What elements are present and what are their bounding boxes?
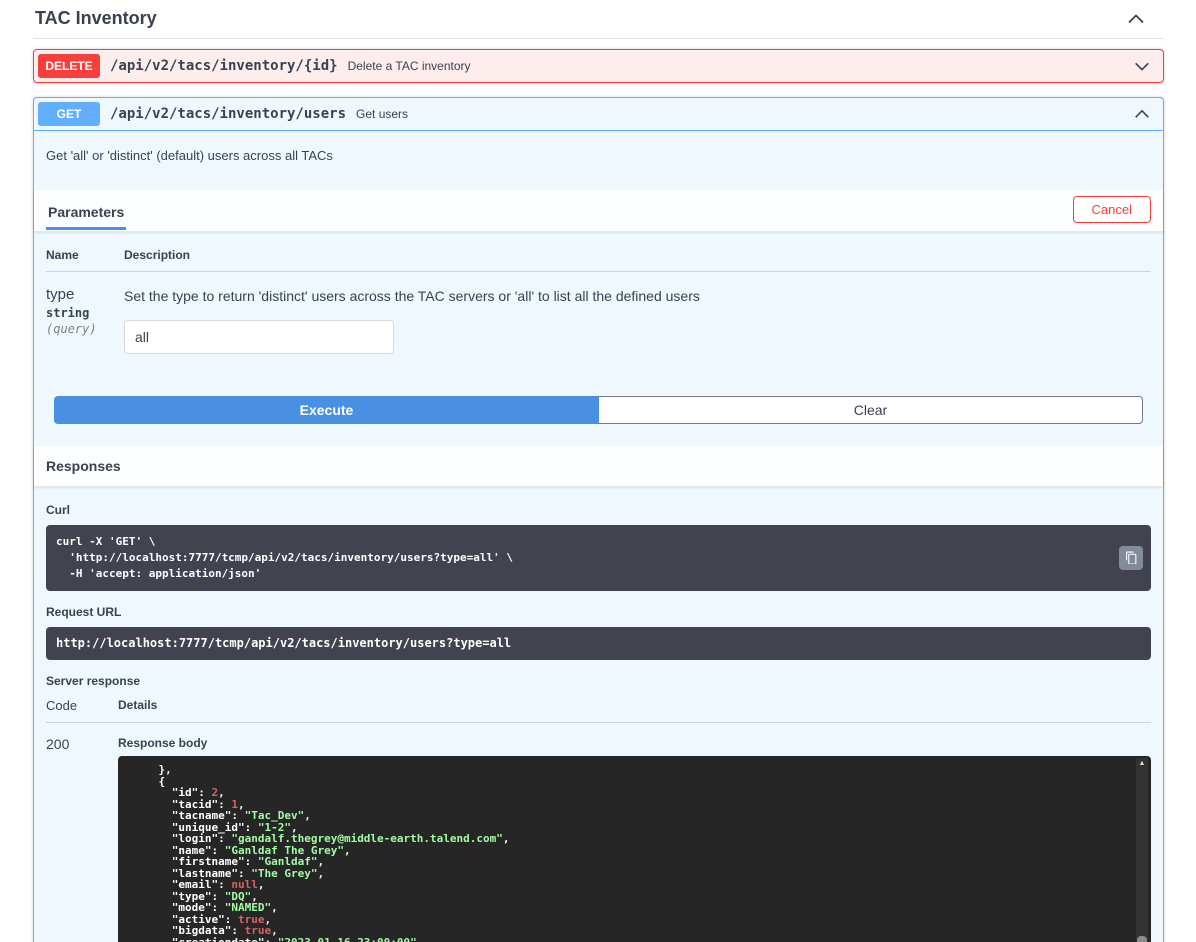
request-url-value: http://localhost:7777/tcmp/api/v2/tacs/i… [56,635,1141,652]
parameters-section-header: Parameters Cancel [34,190,1163,232]
response-details-cell: Response body }, { "id": 2, "tacid": 1, … [118,723,1151,942]
request-url-label: Request URL [46,605,1151,619]
parameter-type: string [46,306,124,320]
scrollbar[interactable]: ▲ [1136,758,1148,942]
parameter-row: type string (query) Set the type to retu… [46,272,1151,380]
server-response-table: Code Details 200 Response body }, { "id"… [46,698,1151,942]
parameter-description: Set the type to return 'distinct' users … [124,288,1151,304]
method-badge-delete: DELETE [38,54,100,78]
column-header-name: Name [46,248,124,262]
section-tag-header[interactable]: TAC Inventory [33,0,1164,39]
response-body-json: }, { "id": 2, "tacid": 1, "tacname": "Ta… [132,764,1121,942]
curl-label: Curl [46,503,1151,517]
chevron-down-icon[interactable] [1133,57,1151,75]
column-header-code: Code [46,698,118,713]
responses-title: Responses [46,458,121,474]
response-body-label: Response body [118,723,1151,756]
parameter-description-cell: Set the type to return 'distinct' users … [124,286,1151,354]
get-endpoint-description: Get users [356,107,408,121]
response-table-header: Code Details [46,698,1151,723]
delete-endpoint-path: /api/v2/tacs/inventory/{id} [100,58,348,74]
type-param-input[interactable] [124,320,394,354]
status-code: 200 [46,723,118,942]
response-body-block: }, { "id": 2, "tacid": 1, "tacname": "Ta… [118,756,1151,942]
server-response-label: Server response [46,674,1151,688]
cancel-button[interactable]: Cancel [1073,196,1151,223]
parameter-location: (query) [46,322,124,336]
get-endpoint-body: Get 'all' or 'distinct' (default) users … [34,131,1163,942]
page-title: TAC Inventory [35,8,157,29]
method-badge-get: GET [38,102,100,126]
responses-body: Curl curl -X 'GET' \ 'http://localhost:7… [34,487,1163,942]
tab-parameters[interactable]: Parameters [46,198,126,230]
column-header-details: Details [118,698,1151,713]
scrollbar-thumb[interactable] [1137,936,1147,942]
get-endpoint-path: /api/v2/tacs/inventory/users [100,106,356,122]
responses-section-header: Responses [34,446,1163,487]
delete-endpoint-description: Delete a TAC inventory [348,59,471,73]
curl-block: curl -X 'GET' \ 'http://localhost:7777/t… [46,525,1151,591]
copy-to-clipboard-button[interactable] [1119,546,1143,570]
column-header-description: Description [124,248,1151,262]
response-row: 200 Response body }, { "id": 2, "tacid":… [46,723,1151,942]
get-endpoint-block: GET /api/v2/tacs/inventory/users Get use… [33,97,1164,942]
clear-button[interactable]: Clear [599,396,1143,424]
parameters-table-header: Name Description [46,248,1151,272]
operation-description: Get 'all' or 'distinct' (default) users … [34,131,1163,190]
parameter-name-cell: type string (query) [46,286,124,354]
chevron-up-icon[interactable] [1133,105,1151,123]
swagger-page: TAC Inventory DELETE /api/v2/tacs/invent… [0,0,1196,942]
execute-button[interactable]: Execute [54,396,599,424]
delete-endpoint-block: DELETE /api/v2/tacs/inventory/{id} Delet… [33,49,1164,83]
delete-endpoint-summary[interactable]: DELETE /api/v2/tacs/inventory/{id} Delet… [34,50,1163,82]
curl-command: curl -X 'GET' \ 'http://localhost:7777/t… [56,534,1107,582]
get-endpoint-summary[interactable]: GET /api/v2/tacs/inventory/users Get use… [34,98,1163,131]
request-url-block: http://localhost:7777/tcmp/api/v2/tacs/i… [46,627,1151,660]
execute-wrapper: Execute Clear [34,380,1163,446]
parameters-table: Name Description type string (query) Set… [34,232,1163,380]
chevron-up-icon[interactable] [1126,9,1146,29]
scrollbar-up-arrow-icon[interactable]: ▲ [1136,759,1148,769]
clipboard-icon [1125,551,1138,564]
parameter-name: type [46,286,124,303]
